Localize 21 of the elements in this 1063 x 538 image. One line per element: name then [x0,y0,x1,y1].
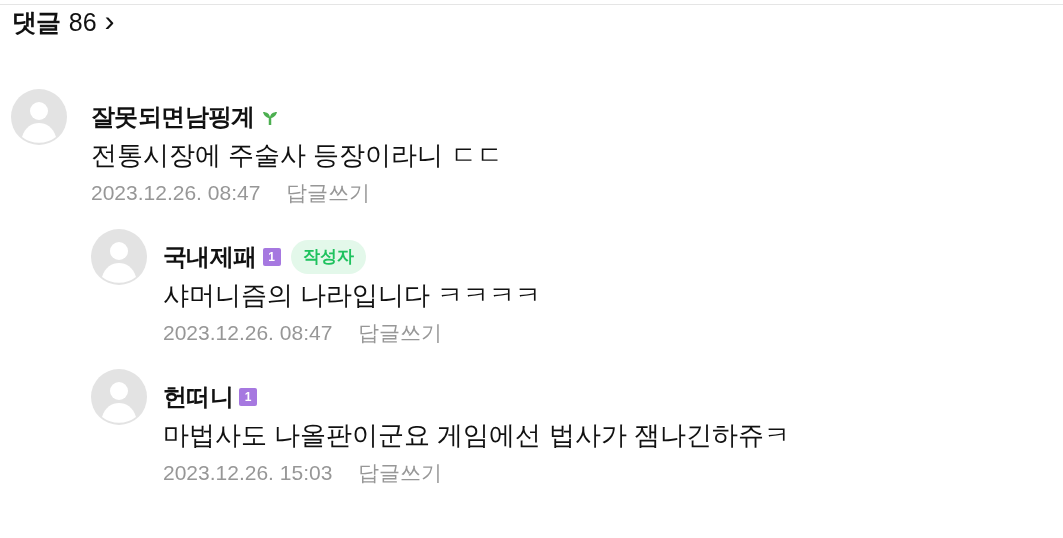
comment-date: 2023.12.26. 08:47 [91,180,261,206]
author-name: 헌떠니 [163,382,234,412]
reply-link[interactable]: 답글쓰기 [286,177,371,209]
comment-count: 86 [68,7,97,39]
comments-heading: 댓글 [12,7,61,39]
comment-date: 2023.12.26. 08:47 [163,320,333,346]
avatar-icon [91,229,147,285]
author-name: 국내제패 [163,242,257,272]
level-badge: 1 [239,388,258,406]
author-name: 잘못되면남핑계 [91,102,255,132]
avatar-icon [11,89,67,145]
reply-link[interactable]: 답글쓰기 [358,317,443,349]
author-tag: 작성자 [290,240,366,274]
comment-text: 샤머니즘의 나라입니다 ㅋㅋㅋㅋ [163,279,542,312]
comment-date: 2023.12.26. 15:03 [163,460,333,486]
comment-text: 전통시장에 주술사 등장이라니 ㄷㄷ [91,139,503,172]
reply-link[interactable]: 답글쓰기 [358,457,443,489]
avatar-icon [91,369,147,425]
level-badge: 1 [262,248,281,266]
chevron-link[interactable]: › [104,6,115,36]
comment-text: 마법사도 나올판이군요 게임에선 법사가 잼나긴하쥬ㅋ [163,419,790,452]
